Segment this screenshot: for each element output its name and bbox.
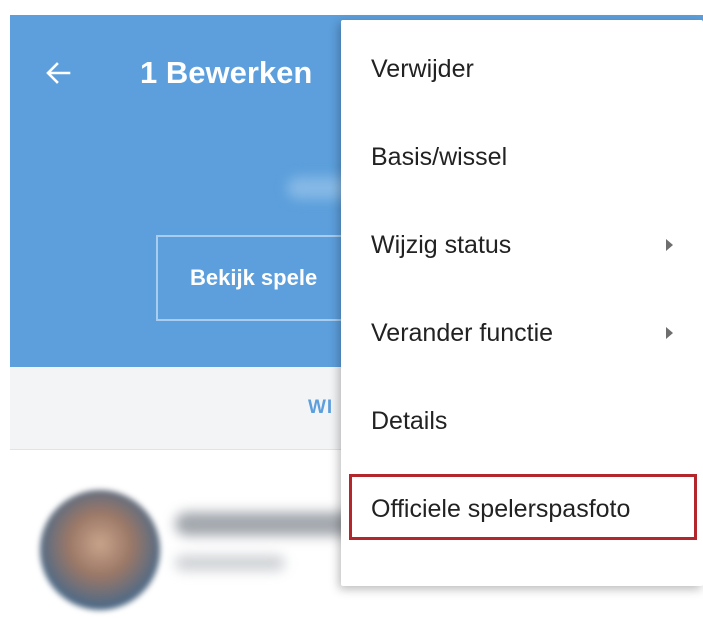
back-button[interactable]	[36, 51, 80, 95]
blurred-player-subtitle	[175, 555, 285, 571]
arrow-left-icon	[46, 62, 71, 84]
menu-item-label: Wijzig status	[371, 230, 512, 259]
screen: 1 Bewerken Bekijk spele WI Verwijder Bas…	[0, 0, 703, 618]
menu-item-verander-functie[interactable]: Verander functie	[341, 289, 703, 377]
menu-item-wijzig-status[interactable]: Wijzig status	[341, 201, 703, 289]
menu-item-label: Verwijder	[371, 54, 474, 83]
menu-item-verwijder[interactable]: Verwijder	[341, 25, 703, 113]
tab-active[interactable]: WI	[308, 367, 333, 449]
view-players-button-label: Bekijk spele	[190, 265, 318, 290]
menu-item-officiele-spelerspasfoto[interactable]: Officiele spelerspasfoto	[341, 465, 703, 553]
avatar	[40, 490, 160, 610]
page-title: 1 Bewerken	[140, 55, 313, 90]
menu-item-details[interactable]: Details	[341, 377, 703, 465]
menu-item-label: Verander functie	[371, 318, 554, 347]
overflow-menu: Verwijder Basis/wissel Wijzig status Ver…	[341, 20, 703, 586]
menu-item-label: Officiele spelerspasfoto	[371, 494, 631, 523]
menu-item-basis-wissel[interactable]: Basis/wissel	[341, 113, 703, 201]
submenu-arrow-icon	[666, 239, 673, 251]
submenu-arrow-icon	[666, 327, 673, 339]
menu-item-label: Details	[371, 406, 448, 435]
menu-item-label: Basis/wissel	[371, 142, 508, 171]
